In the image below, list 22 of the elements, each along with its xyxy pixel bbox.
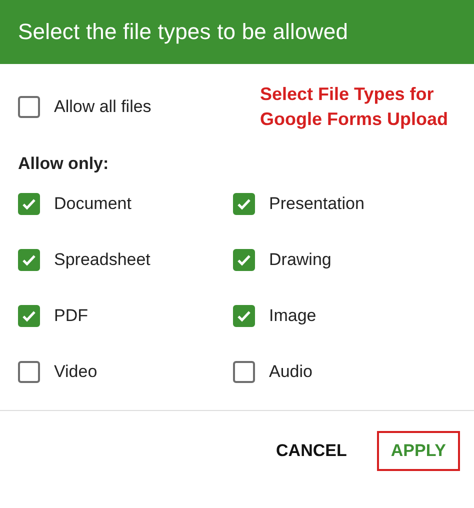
checkbox[interactable] <box>18 96 40 118</box>
checkbox[interactable] <box>18 305 40 327</box>
checkbox-label: PDF <box>54 306 88 326</box>
apply-button[interactable]: APPLY <box>376 431 460 471</box>
checkbox-label: Document <box>54 194 132 214</box>
checkbox[interactable] <box>233 193 255 215</box>
checkbox-label: Video <box>54 362 98 382</box>
section-label: Allow only: <box>17 153 110 175</box>
annotation-text: Select File Types for Google Forms Upload <box>260 83 450 131</box>
checkbox[interactable] <box>233 305 255 327</box>
checkbox-label: Image <box>269 306 316 326</box>
checkbox[interactable] <box>18 361 40 383</box>
dialog-title: Select the file types to be allowed <box>18 19 348 45</box>
checkbox-label: Allow all files <box>54 97 152 117</box>
checkbox[interactable] <box>18 193 40 215</box>
checkbox-label: Presentation <box>269 194 364 214</box>
checkbox[interactable] <box>233 249 255 271</box>
checkbox-label: Spreadsheet <box>54 250 150 270</box>
checkbox-label: Drawing <box>269 250 332 270</box>
checkbox[interactable] <box>18 249 40 271</box>
checkbox[interactable] <box>233 361 255 383</box>
checkbox-label: Audio <box>269 362 312 382</box>
